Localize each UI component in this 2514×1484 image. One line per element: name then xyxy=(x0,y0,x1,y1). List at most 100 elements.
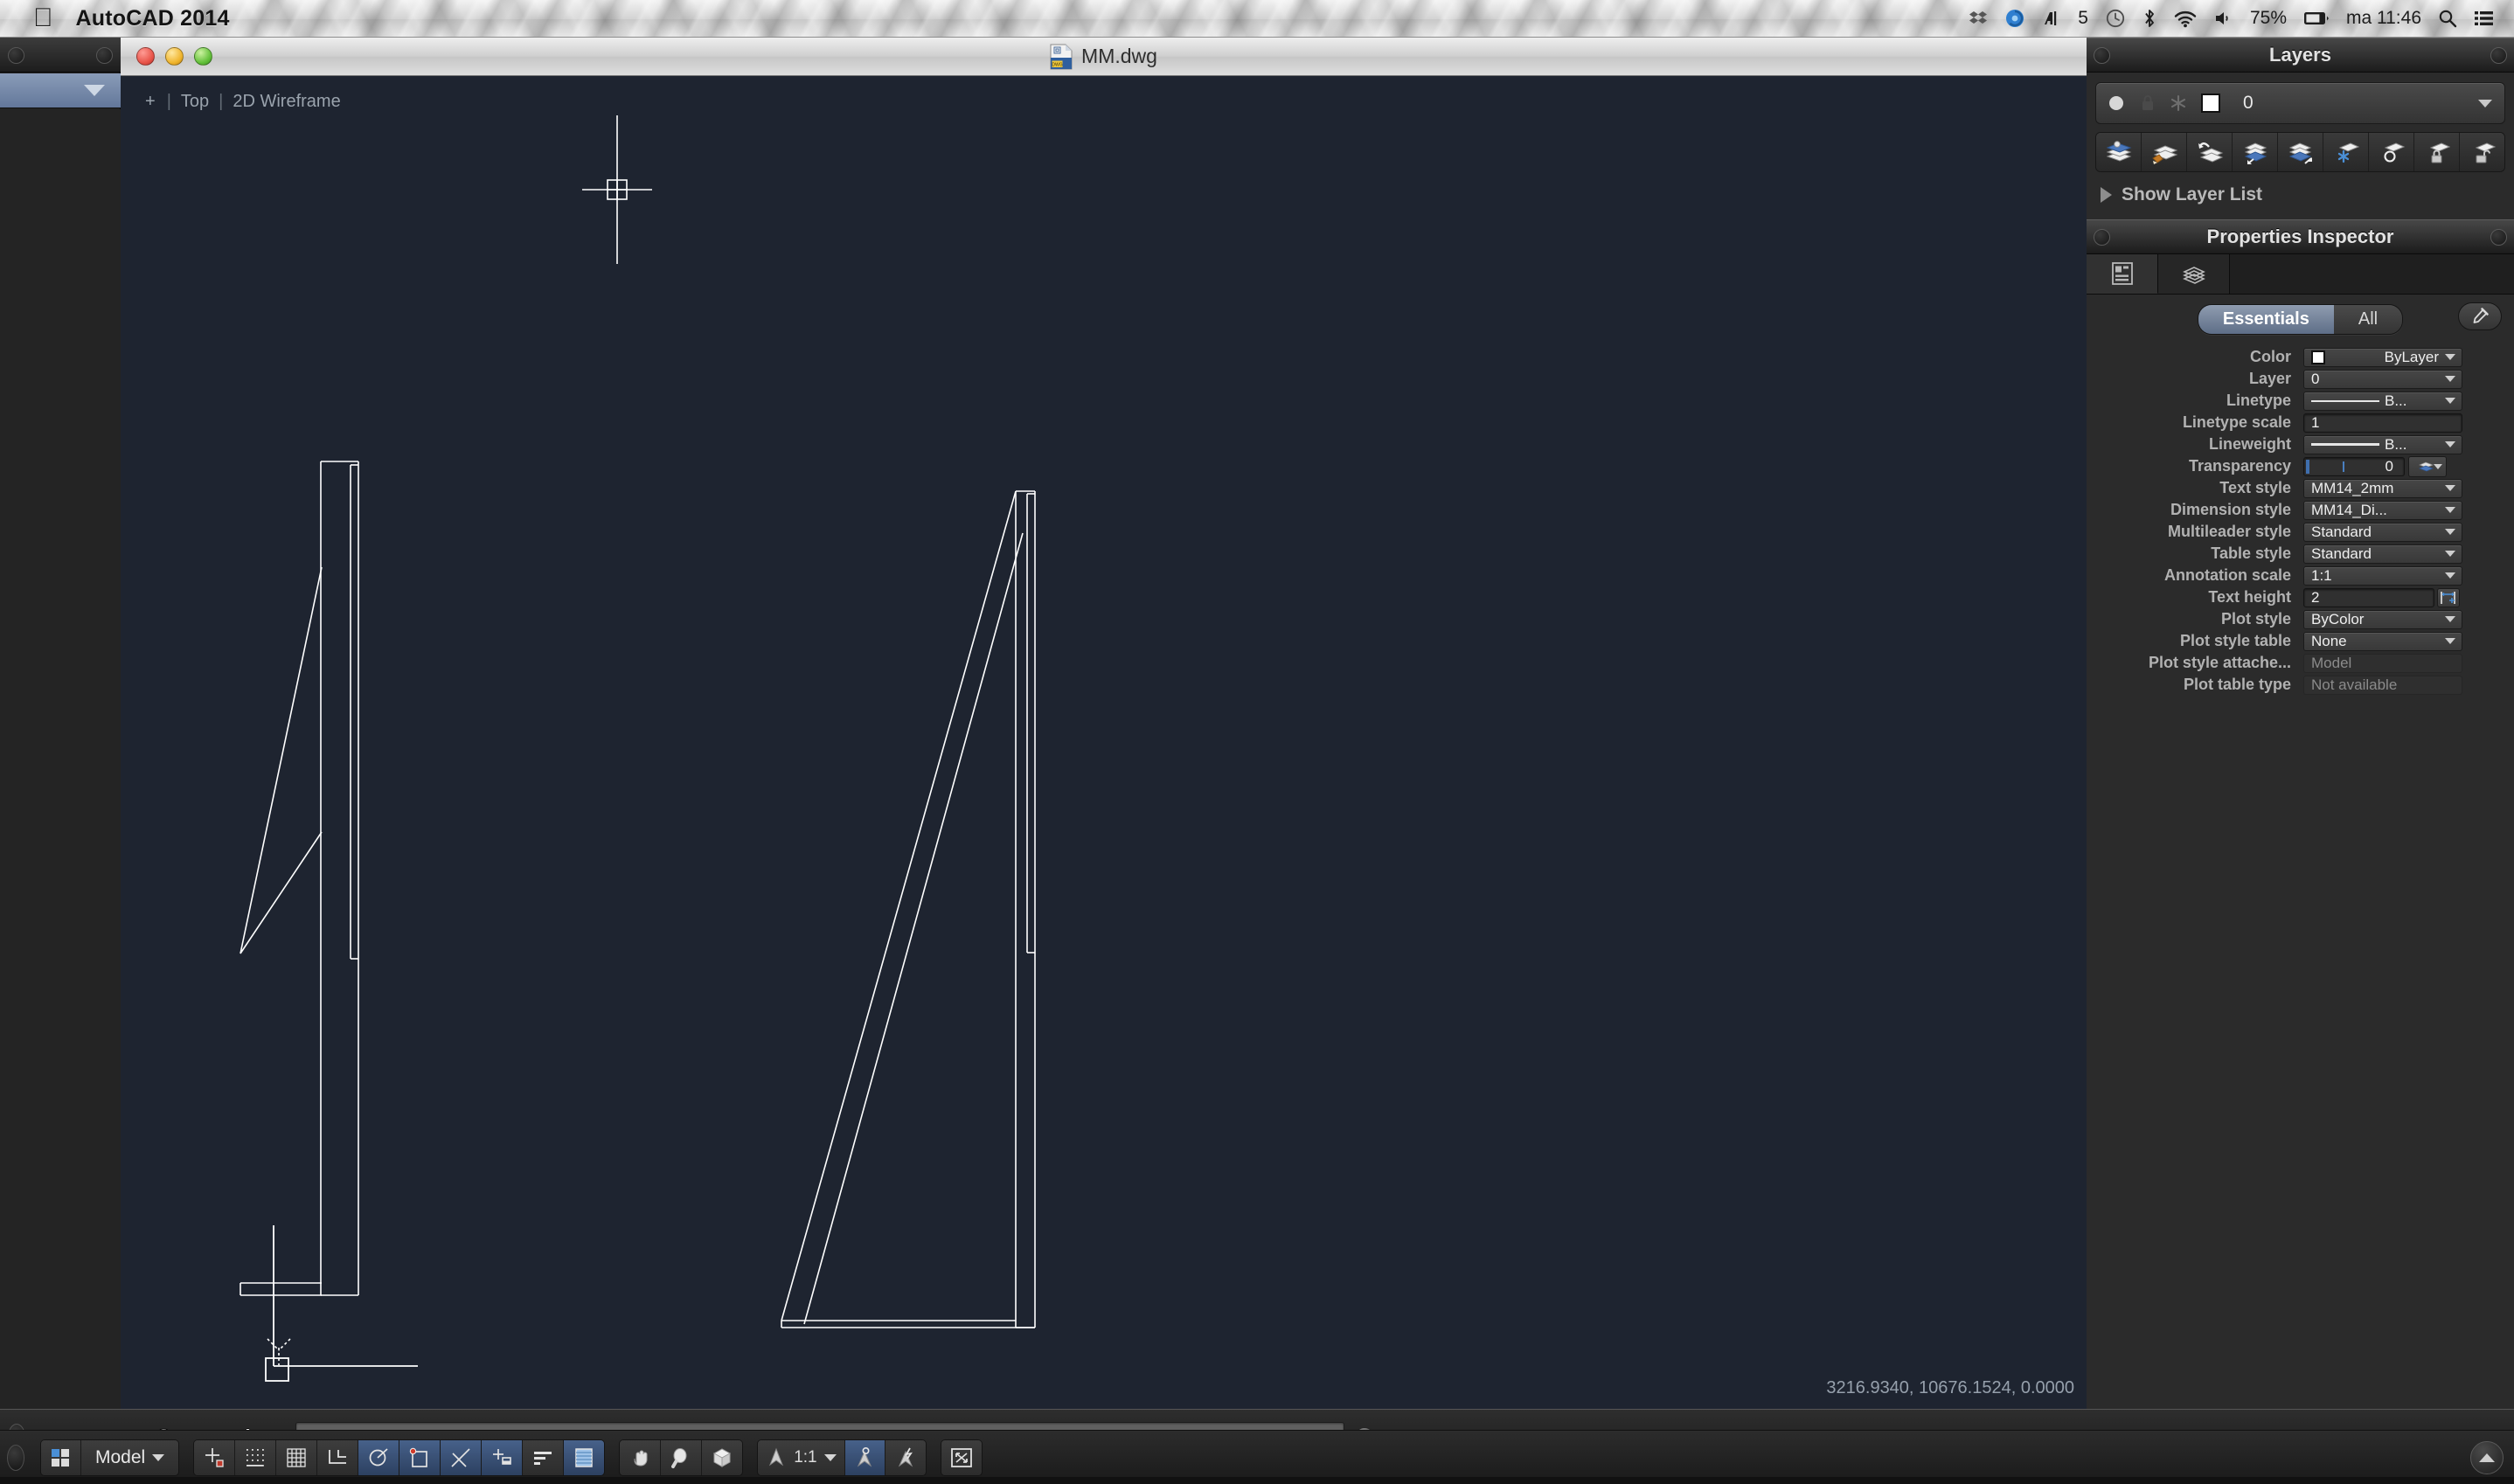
field-color[interactable]: ByLayer xyxy=(2303,347,2462,367)
drawing-viewport[interactable]: + | Top | 2D Wireframe 3216.9340, 10676.… xyxy=(121,76,2087,1409)
polar-tracking-icon[interactable] xyxy=(358,1439,400,1475)
object-snap-icon[interactable] xyxy=(399,1439,441,1475)
field-multileader-style[interactable]: Standard xyxy=(2303,522,2462,542)
volume-icon[interactable] xyxy=(2214,10,2233,27)
layers-palette-header[interactable]: Layers xyxy=(2087,38,2514,73)
field-text-height[interactable]: 2 xyxy=(2303,587,2434,607)
wifi-icon[interactable] xyxy=(2173,9,2198,28)
layer-lock-icon[interactable] xyxy=(2140,94,2156,113)
current-layer-combo[interactable]: 0 xyxy=(2095,82,2505,124)
chevron-down-icon[interactable] xyxy=(2445,638,2455,644)
chevron-down-icon[interactable] xyxy=(2445,398,2455,404)
status-bar-grip[interactable] xyxy=(7,1444,24,1471)
segment-all[interactable]: All xyxy=(2333,305,2403,334)
layer-properties-icon[interactable] xyxy=(2096,133,2142,171)
layer-match-icon[interactable] xyxy=(2142,133,2187,171)
annotation-scale-button[interactable]: 1:1 xyxy=(758,1439,845,1475)
eyedropper-icon[interactable] xyxy=(2458,302,2502,330)
layer-lock-tool-icon[interactable] xyxy=(2414,133,2460,171)
snap-mode-icon[interactable] xyxy=(194,1439,236,1475)
chevron-down-icon[interactable] xyxy=(2434,463,2442,469)
field-dimension-style[interactable]: MM14_Di... xyxy=(2303,500,2462,520)
apple-logo-icon[interactable]:  xyxy=(33,5,53,31)
zoom-button[interactable] xyxy=(194,47,212,66)
segment-essentials[interactable]: Essentials xyxy=(2198,305,2334,334)
field-linetype-scale[interactable]: 1 xyxy=(2303,413,2462,433)
bluetooth-icon[interactable] xyxy=(2142,8,2156,29)
layer-color-swatch[interactable] xyxy=(2201,94,2220,113)
dynamic-input-icon[interactable] xyxy=(523,1439,565,1475)
layer-previous-icon[interactable] xyxy=(2187,133,2233,171)
drawing-geometry[interactable] xyxy=(121,76,2087,1409)
properties-inspector-header[interactable]: Properties Inspector xyxy=(2087,219,2514,254)
status-menu-up-icon[interactable] xyxy=(2470,1440,2504,1474)
document-title-bar[interactable]: DWG MM.dwg xyxy=(121,38,2087,76)
viewcube-icon[interactable] xyxy=(702,1439,743,1475)
spotlight-search-icon[interactable] xyxy=(2438,9,2457,28)
field-layer[interactable]: 0 xyxy=(2303,369,2462,389)
autodesk-icon[interactable] xyxy=(2042,9,2061,28)
time-machine-icon[interactable] xyxy=(2105,8,2126,29)
chevron-down-icon[interactable] xyxy=(2445,551,2455,557)
make-object-layer-current-icon[interactable] xyxy=(2233,133,2278,171)
chevron-down-icon[interactable] xyxy=(152,1453,165,1461)
lineweight-icon[interactable] xyxy=(564,1439,605,1475)
layer-off-icon[interactable] xyxy=(2369,133,2414,171)
app-blue-icon[interactable] xyxy=(2004,8,2025,29)
layer-on-icon[interactable] xyxy=(2107,94,2126,113)
dropbox-icon[interactable] xyxy=(1969,9,1988,28)
chevron-down-icon[interactable] xyxy=(2445,507,2455,513)
layers-close-knob[interactable] xyxy=(2490,47,2507,64)
layer-freeze-tool-icon[interactable] xyxy=(2323,133,2369,171)
chevron-down-icon[interactable] xyxy=(2445,354,2455,360)
object-snap-tracking-icon[interactable] xyxy=(441,1439,483,1475)
chevron-down-icon[interactable] xyxy=(2445,376,2455,382)
chevron-down-icon[interactable] xyxy=(84,85,105,96)
chevron-down-icon[interactable] xyxy=(2445,529,2455,535)
layers-collapse-knob[interactable] xyxy=(2094,47,2110,64)
chevron-up-icon[interactable] xyxy=(2479,1453,2495,1462)
transparency-slider-handle[interactable] xyxy=(2306,459,2309,474)
color-swatch[interactable] xyxy=(2311,350,2325,364)
zoom-icon[interactable] xyxy=(661,1439,703,1475)
left-strip-knob-right[interactable] xyxy=(96,47,113,64)
close-button[interactable] xyxy=(136,47,155,66)
minimize-button[interactable] xyxy=(165,47,184,66)
field-transparency[interactable]: 0 xyxy=(2303,456,2405,476)
annotation-visibility-icon[interactable] xyxy=(844,1439,885,1475)
properties-close-knob[interactable] xyxy=(2490,229,2507,246)
tab-layers[interactable] xyxy=(2158,254,2230,294)
clock[interactable]: ma 11:46 xyxy=(2346,8,2421,29)
field-plot-style[interactable]: ByColor xyxy=(2303,609,2462,629)
tab-properties[interactable] xyxy=(2087,254,2158,294)
fullscreen-icon[interactable] xyxy=(941,1439,982,1475)
chevron-down-icon[interactable] xyxy=(2478,99,2492,107)
show-layer-list-toggle[interactable]: Show Layer List xyxy=(2087,172,2514,214)
model-space-button[interactable]: Model xyxy=(81,1439,179,1475)
grid-mode-icon[interactable] xyxy=(276,1439,318,1475)
layer-unlock-icon[interactable] xyxy=(2460,133,2504,171)
dynamic-ucs-icon[interactable] xyxy=(482,1439,524,1475)
left-strip-knob-left[interactable] xyxy=(8,47,24,64)
ortho-mode-icon[interactable] xyxy=(317,1439,359,1475)
chevron-down-icon[interactable] xyxy=(2445,485,2455,491)
grid-display-icon[interactable] xyxy=(235,1439,277,1475)
field-annotation-scale[interactable]: 1:1 xyxy=(2303,565,2462,586)
layout-grid-icon[interactable] xyxy=(41,1439,81,1475)
field-lineweight[interactable]: B... xyxy=(2303,434,2462,454)
auto-scale-icon[interactable] xyxy=(885,1439,926,1475)
field-table-style[interactable]: Standard xyxy=(2303,544,2462,564)
properties-collapse-knob[interactable] xyxy=(2094,229,2110,246)
field-linetype[interactable]: B... xyxy=(2303,391,2462,411)
layer-freeze-icon[interactable] xyxy=(2170,94,2187,112)
chevron-down-icon[interactable] xyxy=(2445,572,2455,579)
chevron-down-icon[interactable] xyxy=(2445,441,2455,447)
left-strip-active-bar[interactable] xyxy=(0,73,121,108)
chevron-right-icon[interactable] xyxy=(2101,187,2112,203)
chevron-down-icon[interactable] xyxy=(823,1453,837,1461)
chevron-down-icon[interactable] xyxy=(2445,616,2455,622)
pan-icon[interactable] xyxy=(620,1439,662,1475)
battery-icon[interactable] xyxy=(2303,10,2330,26)
notification-center-icon[interactable] xyxy=(2474,10,2495,27)
transparency-bylayer-dropdown[interactable] xyxy=(2408,455,2447,477)
